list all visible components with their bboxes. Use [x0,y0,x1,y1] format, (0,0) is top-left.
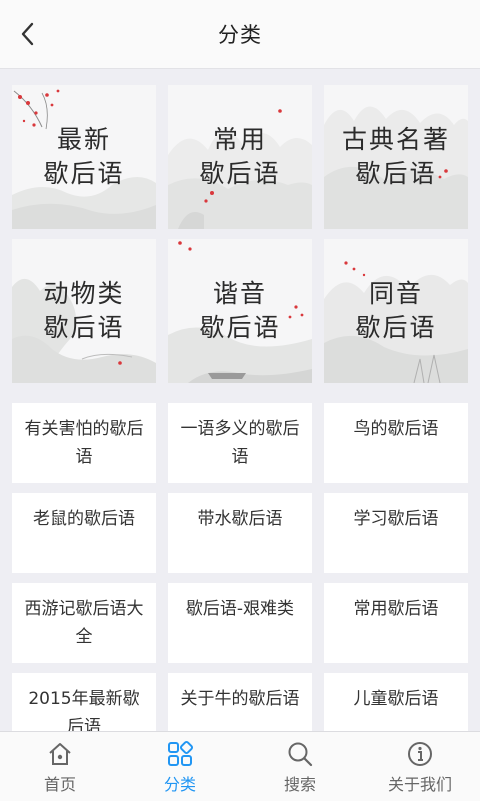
category-item[interactable]: 关于牛的歇后语 [168,673,312,731]
feature-title: 动物类 歇后语 [43,279,125,342]
feature-card-animals[interactable]: 动物类 歇后语 [12,239,156,383]
top-bar: 分类 [0,0,480,69]
feature-card-latest[interactable]: 最新 歇后语 [12,85,156,229]
category-item[interactable]: 歇后语-艰难类 [168,583,312,663]
category-item[interactable]: 有关害怕的歇后语 [12,403,156,483]
feature-title: 古典名著 歇后语 [341,125,450,188]
category-item[interactable]: 老鼠的歇后语 [12,493,156,573]
feature-title: 常用 歇后语 [199,125,281,188]
tab-label: 关于我们 [387,775,452,794]
page-title: 分类 [218,23,262,47]
tab-label: 搜索 [283,775,316,794]
category-list: 有关害怕的歇后语 一语多义的歇后语 鸟的歇后语 老鼠的歇后语 带水歇后语 学习歇… [12,403,468,731]
category-item[interactable]: 儿童歇后语 [324,673,468,731]
feature-card-common[interactable]: 常用 歇后语 [168,85,312,229]
category-item[interactable]: 常用歇后语 [324,583,468,663]
feature-title: 谐音 歇后语 [199,279,281,342]
back-button[interactable] [8,14,48,54]
feature-title: 最新 歇后语 [43,125,125,188]
feature-card-classics[interactable]: 古典名著 歇后语 [324,85,468,229]
category-item[interactable]: 一语多义的歇后语 [168,403,312,483]
info-icon [406,740,434,768]
tab-label: 分类 [163,775,196,794]
tab-label: 首页 [43,775,76,794]
category-item[interactable]: 2015年最新歇后语 [12,673,156,731]
chevron-left-icon [21,22,34,46]
tab-category[interactable]: 分类 [120,732,240,801]
featured-grid: 最新 歇后语 常用 歇后语 古典名著 歇后语 动物类 歇后语 谐音 歇后语 同音… [12,85,468,393]
bottom-tab-bar: 首页 分类 搜索 关于我们 [0,731,480,801]
tab-about[interactable]: 关于我们 [360,732,480,801]
category-item[interactable]: 学习歇后语 [324,493,468,573]
tab-search[interactable]: 搜索 [240,732,360,801]
feature-card-homophone[interactable]: 谐音 歇后语 [168,239,312,383]
search-icon [286,740,314,768]
content-area[interactable]: 最新 歇后语 常用 歇后语 古典名著 歇后语 动物类 歇后语 谐音 歇后语 同音… [0,69,480,731]
category-item[interactable]: 西游记歇后语大全 [12,583,156,663]
home-icon [46,740,74,768]
category-icon [166,740,194,768]
category-item[interactable]: 带水歇后语 [168,493,312,573]
feature-card-samesound[interactable]: 同音 歇后语 [324,239,468,383]
category-item[interactable]: 鸟的歇后语 [324,403,468,483]
feature-title: 同音 歇后语 [355,279,437,342]
tab-home[interactable]: 首页 [0,732,120,801]
